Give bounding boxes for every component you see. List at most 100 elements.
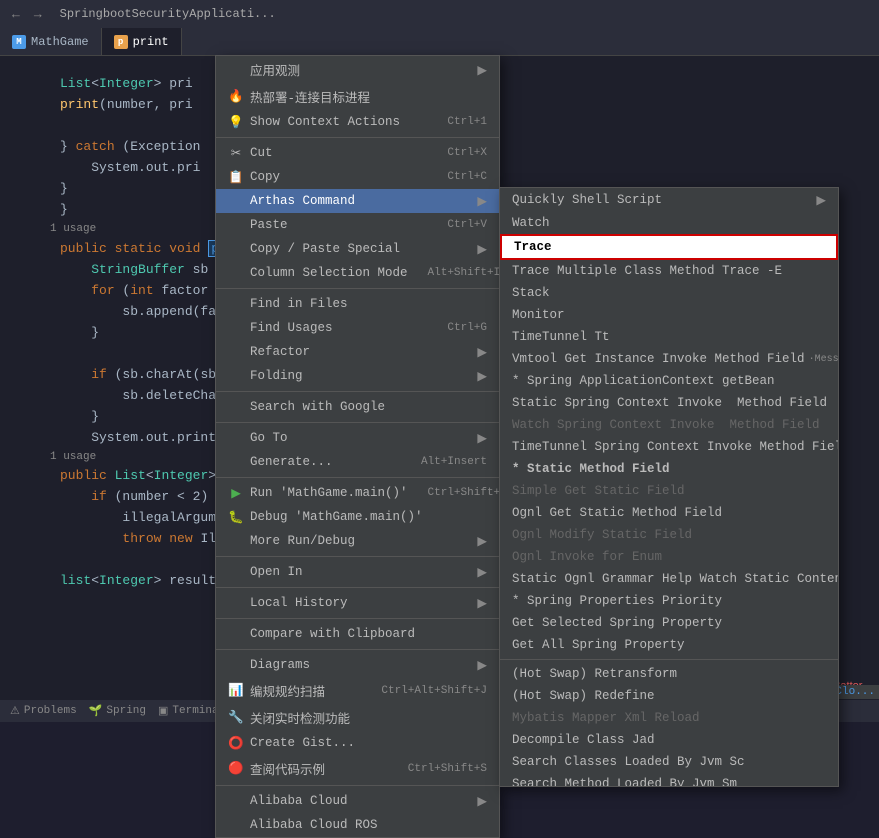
- menu-item-code-scan[interactable]: 📊 编规规约扫描 Ctrl+Alt+Shift+J: [216, 677, 499, 704]
- menu-item-more-run[interactable]: More Run/Debug ▶: [216, 529, 499, 553]
- github-icon: ⭕: [228, 735, 244, 751]
- forward-button[interactable]: →: [30, 5, 46, 24]
- submenu-item-stack[interactable]: Stack: [500, 282, 838, 304]
- line-num: [10, 428, 45, 449]
- submenu-label: (Hot Swap) Redefine: [512, 689, 655, 703]
- empty-icon: [228, 265, 244, 281]
- message-icon: ·Message: [809, 354, 839, 365]
- menu-item-folding[interactable]: Folding ▶: [216, 364, 499, 388]
- menu-label: Alibaba Cloud: [250, 794, 348, 808]
- line-num: [10, 74, 45, 95]
- line-num: [10, 260, 45, 281]
- menu-item-paste[interactable]: Paste Ctrl+V: [216, 213, 499, 237]
- submenu-label: * Spring ApplicationContext getBean: [512, 374, 775, 388]
- submenu-label: Watch: [512, 216, 550, 230]
- menu-label: Column Selection Mode: [250, 266, 408, 280]
- submenu-item-search-classes[interactable]: Search Classes Loaded By Jvm Sc: [500, 751, 838, 773]
- menu-item-compare-clipboard[interactable]: Compare with Clipboard: [216, 622, 499, 646]
- separator: [216, 649, 499, 650]
- submenu-item-decompile[interactable]: Decompile Class Jad: [500, 729, 838, 751]
- menu-item-column-select[interactable]: Column Selection Mode Alt+Shift+Insert: [216, 261, 499, 285]
- tab-print[interactable]: p print: [102, 28, 182, 55]
- submenu-item-monitor[interactable]: Monitor: [500, 304, 838, 326]
- submenu-item-static-method-field[interactable]: * Static Method Field: [500, 458, 838, 480]
- submenu-label: Simple Get Static Field: [512, 484, 685, 498]
- submenu-item-quicklyshell[interactable]: Quickly Shell Script ▶: [500, 188, 838, 212]
- submenu-label: Ognl Invoke for Enum: [512, 550, 662, 564]
- menu-item-diagrams[interactable]: Diagrams ▶: [216, 653, 499, 677]
- menu-item-local-history[interactable]: Local History ▶: [216, 591, 499, 615]
- menu-item-create-gist[interactable]: ⭕ Create Gist...: [216, 731, 499, 755]
- tab-mathgame[interactable]: M MathGame: [0, 28, 102, 55]
- submenu-item-static-spring-invoke[interactable]: Static Spring Context Invoke Method Fiel…: [500, 392, 838, 414]
- submenu-label: TimeTunnel Tt: [512, 330, 610, 344]
- line-num: [10, 550, 45, 571]
- menu-item-hotreload[interactable]: 🔥 热部署-连接目标进程: [216, 83, 499, 110]
- submenu-label: Quickly Shell Script: [512, 193, 662, 207]
- menu-item-context-actions[interactable]: 💡 Show Context Actions Ctrl+1: [216, 110, 499, 134]
- empty-icon: [228, 320, 244, 336]
- menu-item-close-detect[interactable]: 🔧 关闭实时检测功能: [216, 704, 499, 731]
- menu-item-arthas[interactable]: Arthas Command ▶ Quickly Shell Script ▶ …: [216, 189, 499, 213]
- shortcut-label: Ctrl+Alt+Shift+J: [361, 685, 487, 697]
- detect-icon: 🔧: [228, 710, 244, 726]
- submenu-item-timetunnel-spring[interactable]: TimeTunnel Spring Context Invoke Method …: [500, 436, 838, 458]
- empty-icon: [228, 368, 244, 384]
- menu-label: Run 'MathGame.main()': [250, 486, 408, 500]
- submenu-item-watch[interactable]: Watch: [500, 212, 838, 234]
- submenu-item-search-method[interactable]: Search Method Loaded By Jvm Sm: [500, 773, 838, 787]
- submenu-item-get-all[interactable]: Get All Spring Property: [500, 634, 838, 656]
- menu-item-appwatch[interactable]: 应用观测 ▶: [216, 56, 499, 83]
- menu-item-copy-paste-special[interactable]: Copy / Paste Special ▶: [216, 237, 499, 261]
- arrow-icon: ▶: [477, 193, 487, 209]
- menu-item-code-example[interactable]: 🔴 查阅代码示例 Ctrl+Shift+S: [216, 755, 499, 782]
- submenu-item-vmtool[interactable]: Vmtool Get Instance Invoke Method Field …: [500, 348, 838, 370]
- empty-icon: [228, 399, 244, 415]
- submenu-item-ognl-enum: Ognl Invoke for Enum: [500, 546, 838, 568]
- menu-item-copy[interactable]: 📋 Copy Ctrl+C: [216, 165, 499, 189]
- submenu-label: Trace Multiple Class Method Trace -E: [512, 264, 782, 278]
- submenu-item-hotswap-redefine[interactable]: (Hot Swap) Redefine: [500, 685, 838, 707]
- submenu-item-get-selected[interactable]: Get Selected Spring Property: [500, 612, 838, 634]
- menu-item-debug[interactable]: 🐛 Debug 'MathGame.main()': [216, 505, 499, 529]
- menu-item-alibaba-ros[interactable]: Alibaba Cloud ROS: [216, 813, 499, 837]
- menu-label: Find Usages: [250, 321, 333, 335]
- submenu-item-hotswap-retransform[interactable]: (Hot Swap) Retransform: [500, 663, 838, 685]
- menu-label: Paste: [250, 218, 288, 232]
- debug-icon: 🐛: [228, 509, 244, 525]
- tab-problems[interactable]: ⚠ Problems: [10, 704, 77, 718]
- menu-item-search-google[interactable]: Search with Google: [216, 395, 499, 419]
- menu-item-run[interactable]: ▶ Run 'MathGame.main()' Ctrl+Shift+F10: [216, 481, 499, 505]
- arrow-icon: ▶: [477, 62, 487, 78]
- menu-item-open-in[interactable]: Open In ▶: [216, 560, 499, 584]
- arrow-icon: ▶: [477, 793, 487, 809]
- shortcut-label: Ctrl+C: [427, 171, 487, 183]
- empty-icon: [228, 793, 244, 809]
- submenu-item-timetunnel[interactable]: TimeTunnel Tt: [500, 326, 838, 348]
- line-num: [10, 200, 45, 221]
- mathgame-icon: M: [12, 35, 26, 49]
- menu-item-goto[interactable]: Go To ▶: [216, 426, 499, 450]
- submenu-item-spring-getbean[interactable]: * Spring ApplicationContext getBean: [500, 370, 838, 392]
- line-num: [10, 344, 45, 365]
- menu-item-refactor[interactable]: Refactor ▶: [216, 340, 499, 364]
- menu-item-cut[interactable]: ✂ Cut Ctrl+X: [216, 141, 499, 165]
- submenu-item-trace[interactable]: Trace: [500, 234, 838, 260]
- menu-item-find-files[interactable]: Find in Files: [216, 292, 499, 316]
- line-num: [10, 487, 45, 508]
- shortcut-label: Ctrl+Shift+S: [388, 763, 487, 775]
- menu-item-alibaba-cloud[interactable]: Alibaba Cloud ▶: [216, 789, 499, 813]
- line-num: [10, 386, 45, 407]
- submenu-item-ognl-grammar[interactable]: Static Ognl Grammar Help Watch Static Co…: [500, 568, 838, 590]
- menu-item-generate[interactable]: Generate... Alt+Insert: [216, 450, 499, 474]
- menu-item-find-usages[interactable]: Find Usages Ctrl+G: [216, 316, 499, 340]
- menu-label: Compare with Clipboard: [250, 627, 415, 641]
- back-button[interactable]: ←: [8, 5, 24, 24]
- submenu-item-spring-priority[interactable]: * Spring Properties Priority: [500, 590, 838, 612]
- problems-label: Problems: [24, 705, 77, 717]
- submenu-item-ognl-get[interactable]: Ognl Get Static Method Field: [500, 502, 838, 524]
- arrow-icon: ▶: [477, 241, 487, 257]
- empty-icon: [228, 454, 244, 470]
- submenu-item-trace-multiple[interactable]: Trace Multiple Class Method Trace -E: [500, 260, 838, 282]
- tab-spring[interactable]: 🌱 Spring: [89, 704, 146, 718]
